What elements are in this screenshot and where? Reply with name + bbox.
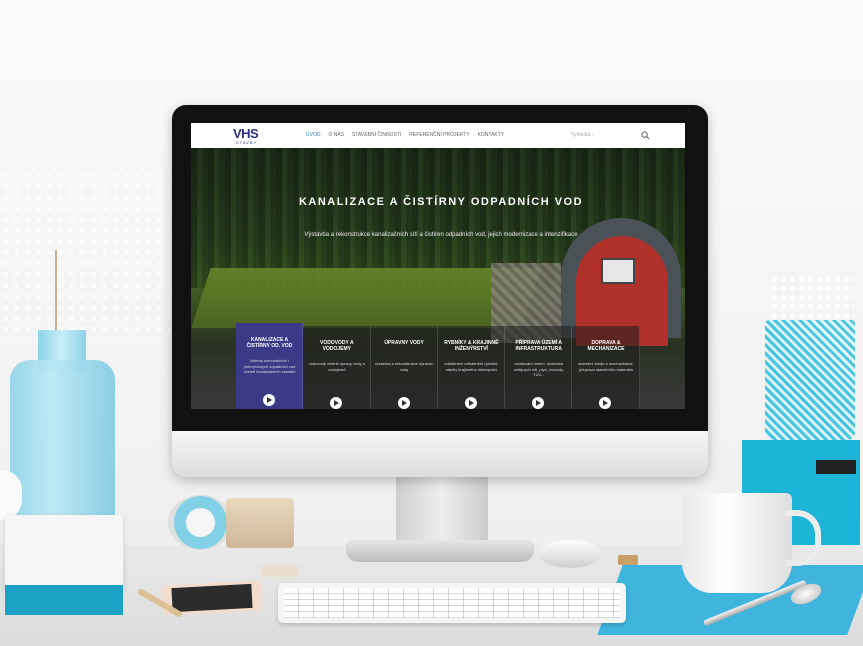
stapler bbox=[226, 498, 294, 548]
service-card[interactable]: KANALIZACE A ČISTÍRNY OD. VOD čistírny k… bbox=[236, 323, 304, 409]
nav-item-uvod[interactable]: ÚVOD bbox=[306, 132, 320, 138]
play-arrow-icon bbox=[603, 399, 609, 406]
nav-item-o-nas[interactable]: O NÁS bbox=[328, 132, 344, 138]
card-arrow-button[interactable] bbox=[397, 397, 410, 409]
hero-banner: KANALIZACE A ČISTÍRNY ODPADNÍCH VOD Výst… bbox=[191, 148, 685, 409]
service-card-text: výstavba a rekonstrukce úpraven vody bbox=[374, 361, 434, 372]
service-card[interactable]: ÚPRAVNY VODY výstavba a rekonstrukce úpr… bbox=[370, 326, 438, 409]
photo-scene: VHS STAVBY ÚVOD O NÁS STAVEBNÍ ČINNOSTI … bbox=[0, 0, 863, 646]
green-roof bbox=[191, 268, 541, 328]
service-card-title: RYBNÍKY & KRAJINNÉ INŽENÝRSTVÍ bbox=[444, 340, 499, 352]
play-arrow-icon bbox=[401, 399, 407, 406]
service-card-title: DOPRAVA & MECHANIZACE bbox=[587, 340, 625, 352]
nav-item-stavebni-cinnosti[interactable]: STAVEBNÍ ČINNOSTI bbox=[352, 132, 401, 138]
tape-dispenser bbox=[168, 495, 233, 550]
hero-title: KANALIZACE A ČISTÍRNY ODPADNÍCH VOD bbox=[298, 196, 584, 208]
play-arrow-icon bbox=[468, 399, 474, 406]
blue-box-base bbox=[5, 585, 123, 615]
monitor-screen: VHS STAVBY ÚVOD O NÁS STAVEBNÍ ČINNOSTI … bbox=[191, 123, 685, 409]
service-card-title: VODOVODY A VODOJEMY bbox=[319, 340, 354, 352]
service-card[interactable]: DOPRAVA & MECHANIZACE stavební stroje a … bbox=[572, 326, 640, 409]
card-arrow-button[interactable] bbox=[599, 397, 612, 409]
service-card-text: vodovody včetně úpravy vody a vodojemů bbox=[308, 361, 365, 372]
arch-window bbox=[601, 258, 635, 284]
coffee-mug bbox=[682, 493, 792, 593]
pencil-cup bbox=[765, 320, 855, 440]
service-card-text: osídlování území, dostavba veřejných sít… bbox=[513, 361, 564, 377]
white-box bbox=[5, 515, 123, 590]
site-navbar: VHS STAVBY ÚVOD O NÁS STAVEBNÍ ČINNOSTI … bbox=[191, 123, 685, 148]
eraser bbox=[618, 555, 638, 565]
card-arrow-button[interactable] bbox=[464, 397, 477, 409]
card-arrow-button[interactable] bbox=[330, 397, 343, 409]
keyboard-keys bbox=[284, 588, 620, 618]
service-card-text: čistírny komunálních i průmyslových odpa… bbox=[243, 358, 296, 374]
service-card[interactable]: VODOVODY A VODOJEMY vodovody včetně úpra… bbox=[303, 326, 371, 409]
gypsophila-flowers bbox=[0, 170, 170, 340]
search-placeholder: Vyhledat... bbox=[571, 132, 595, 138]
monitor-stand-foot bbox=[346, 540, 534, 562]
card-arrow-button[interactable] bbox=[263, 394, 275, 406]
monitor-chin bbox=[172, 431, 708, 477]
logo-subtext: STAVBY bbox=[236, 140, 258, 145]
service-card[interactable]: PŘÍPRAVA ÚZEMÍ A INFRASTRUKTURA osídlová… bbox=[505, 326, 573, 409]
search-input[interactable]: Vyhledat... bbox=[571, 131, 653, 141]
service-card-title: ÚPRAVNY VODY bbox=[384, 340, 424, 346]
service-card[interactable]: RYBNÍKY & KRAJINNÉ INŽENÝRSTVÍ odbahnění… bbox=[437, 326, 506, 409]
keyboard bbox=[278, 583, 626, 623]
play-arrow-icon bbox=[267, 396, 272, 403]
service-card-title: PŘÍPRAVA ÚZEMÍ A INFRASTRUKTURA bbox=[515, 340, 563, 352]
logo-text: VHS bbox=[233, 126, 259, 141]
smartphone-screen bbox=[171, 583, 253, 613]
monitor-stand-neck bbox=[396, 477, 488, 547]
service-card-text: odbahnění odbahnění rybníků, stavby kraj… bbox=[444, 361, 499, 372]
play-arrow-icon bbox=[536, 399, 542, 406]
nav-item-kontakty[interactable]: KONTAKTY bbox=[478, 132, 505, 138]
box-label-slot bbox=[816, 460, 856, 474]
nav-item-referencni-projekty[interactable]: REFERENČNÍ PROJEKTY bbox=[409, 132, 469, 138]
nav-menu: ÚVOD O NÁS STAVEBNÍ ČINNOSTI REFERENČNÍ … bbox=[306, 132, 504, 138]
mouse bbox=[539, 540, 601, 568]
search-icon[interactable] bbox=[641, 131, 650, 140]
binder-clip bbox=[262, 565, 298, 577]
play-arrow-icon bbox=[334, 399, 340, 406]
card-arrow-button[interactable] bbox=[532, 397, 545, 409]
hero-subtitle: Výstavba a rekonstrukce kanalizačních sí… bbox=[304, 232, 578, 238]
service-cards: KANALIZACE A ČISTÍRNY OD. VOD čistírny k… bbox=[236, 323, 640, 409]
service-card-title: KANALIZACE A ČISTÍRNY OD. VOD bbox=[246, 337, 293, 349]
site-logo[interactable]: VHS STAVBY bbox=[233, 126, 263, 146]
service-card-text: stavební stroje a mechanizace, přeprava … bbox=[578, 361, 634, 372]
